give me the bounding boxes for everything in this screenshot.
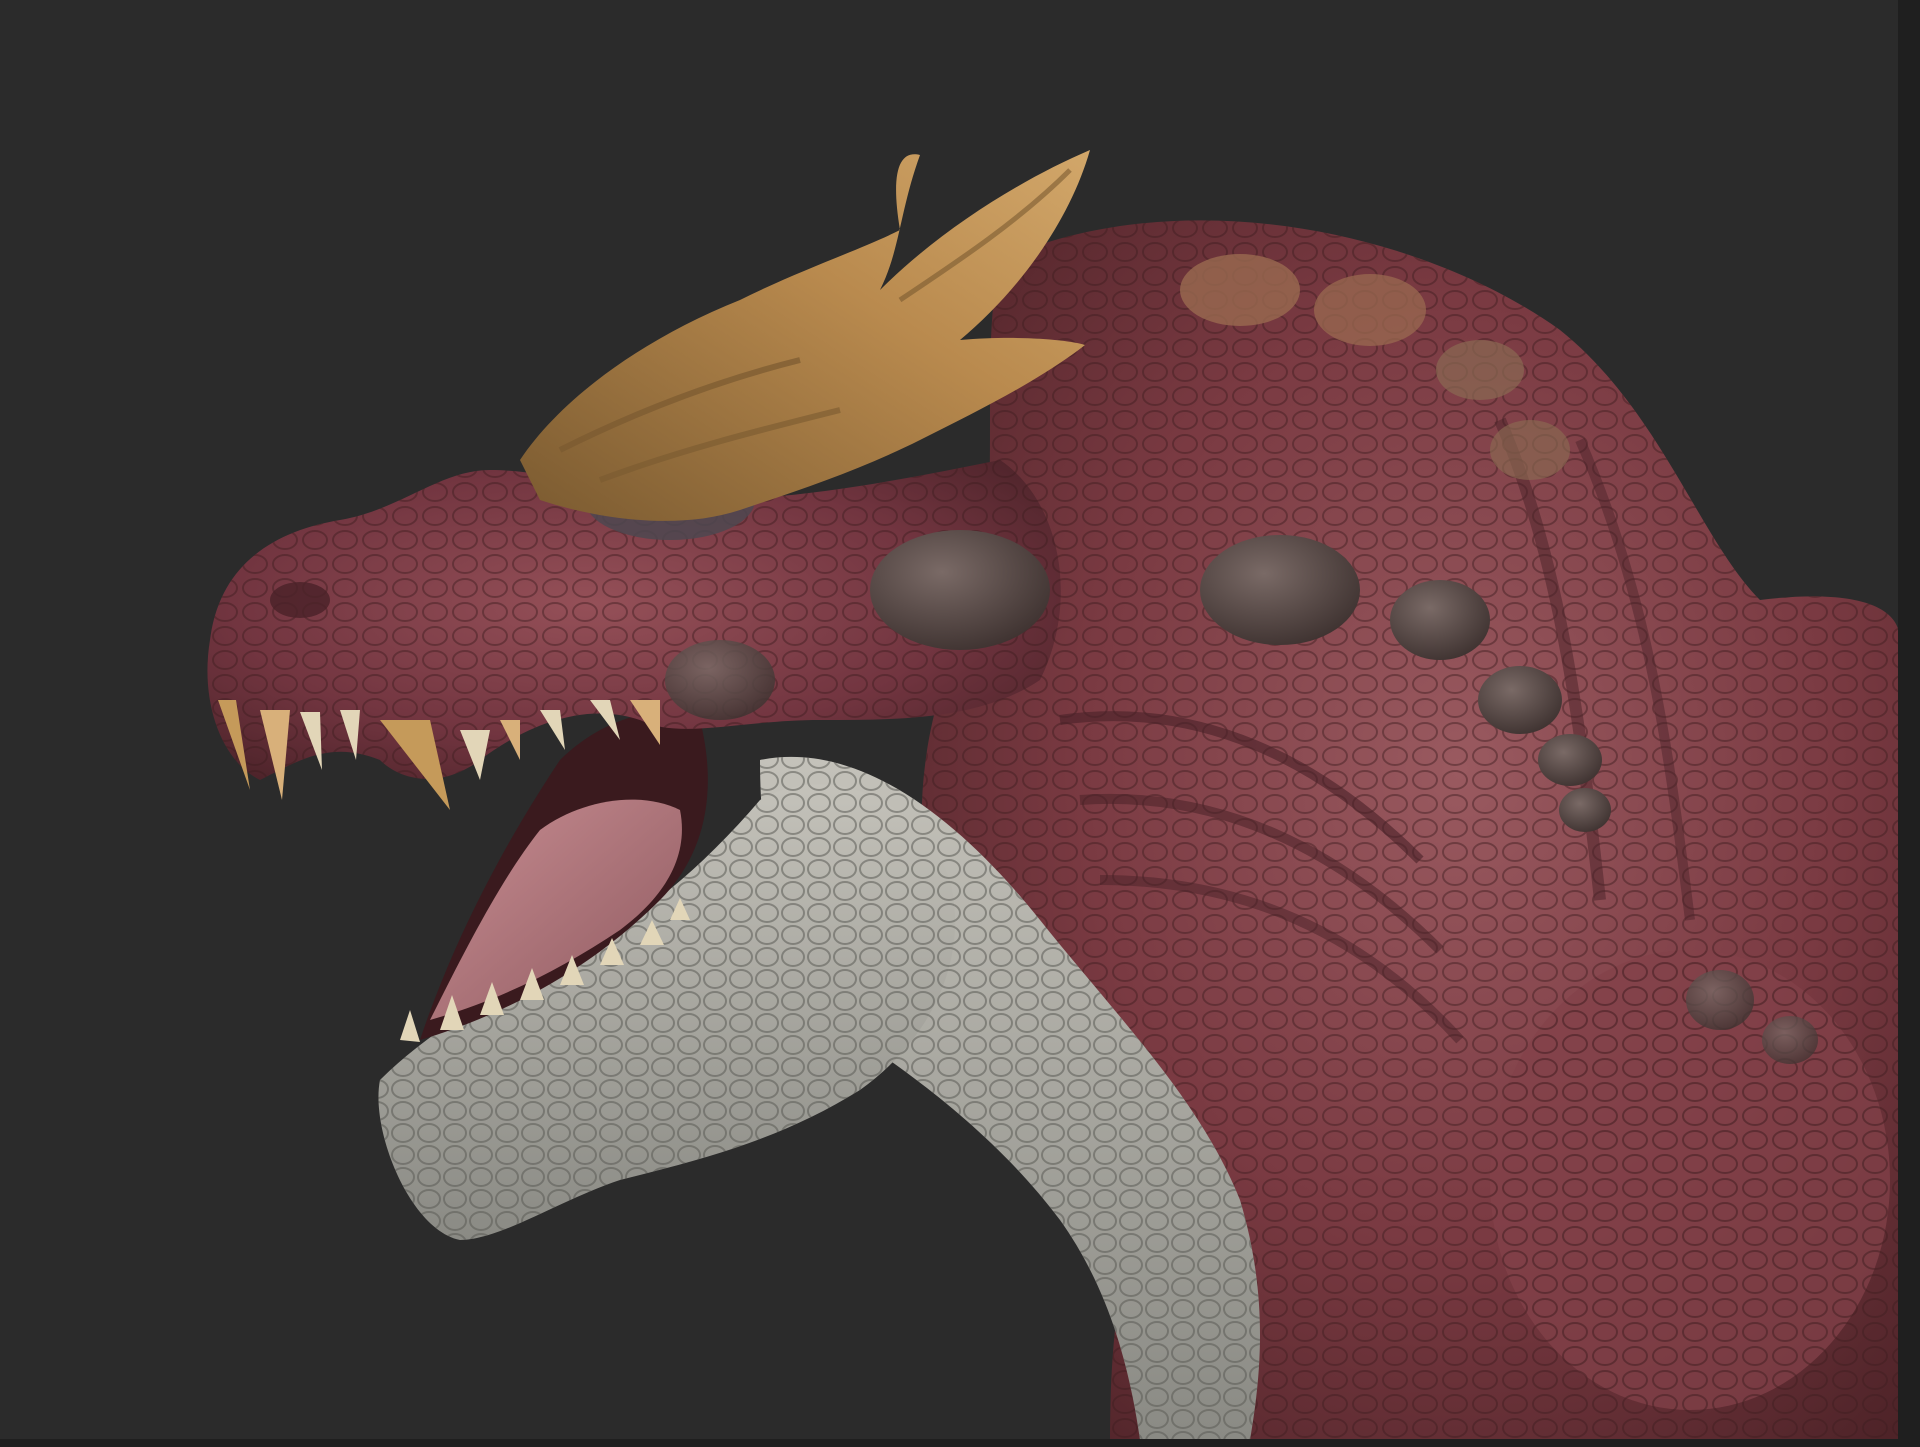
dragon-render bbox=[207, 150, 1900, 1440]
viewport-edge-right bbox=[1898, 0, 1920, 1447]
render-viewport bbox=[0, 0, 1920, 1447]
dragon-body bbox=[921, 220, 1900, 1440]
viewport-edge-bottom bbox=[0, 1439, 1920, 1447]
nostril bbox=[270, 582, 330, 618]
